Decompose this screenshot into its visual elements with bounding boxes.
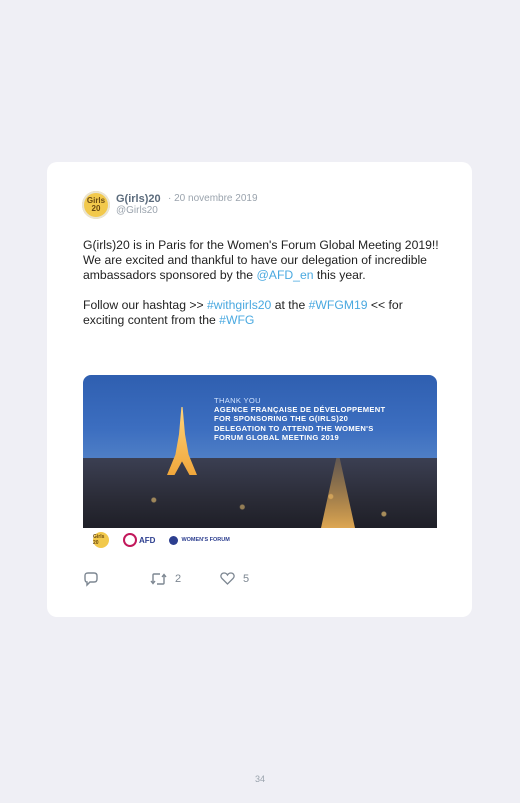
tweet-line-3: Follow our hashtag >> #withgirls20 at th… (83, 298, 443, 328)
tweet-text-span: at the (271, 298, 309, 312)
tweet-date[interactable]: · 20 novembre 2019 (168, 193, 258, 204)
reply-button[interactable] (83, 572, 99, 587)
womens-forum-icon (169, 535, 179, 545)
hashtag-link[interactable]: #WFGM19 (309, 298, 368, 312)
overlay-line: DELEGATION TO ATTEND THE WOMEN'S (214, 423, 374, 433)
afd-logo: AFD (123, 533, 155, 547)
mention-link[interactable]: @AFD_en (256, 268, 313, 282)
womens-forum-text: WOMEN'S FORUM (181, 537, 230, 543)
afd-logo-text: AFD (139, 535, 156, 545)
page-number: 34 (254, 774, 265, 784)
tweet-text-span: this year. (313, 268, 366, 282)
overlay-line: AGENCE FRANÇAISE DE DÉVELOPPEMENT (214, 405, 386, 415)
overlay-line: FORUM GLOBAL MEETING 2019 (214, 432, 340, 442)
womens-forum-logo: WOMEN'S FORUM (169, 535, 230, 545)
hashtag-link[interactable]: #withgirls20 (207, 298, 271, 312)
like-button[interactable]: 5 (220, 572, 249, 585)
retweet-button[interactable]: 2 (150, 572, 181, 586)
reply-icon (84, 572, 98, 587)
tweet-actions: 2 5 (83, 572, 383, 588)
tweet-text-span: We are excited and thankful to have our … (83, 253, 427, 282)
avatar[interactable]: Girls 20 (82, 191, 110, 219)
tweet-text-span: Follow our hashtag >> (83, 298, 207, 312)
overlay-line: FOR SPONSORING THE G(IRLS)20 (214, 414, 349, 424)
tweet-media[interactable]: THANK YOU AGENCE FRANÇAISE DE DÉVELOPPEM… (83, 375, 437, 552)
media-overlay-text: THANK YOU AGENCE FRANÇAISE DE DÉVELOPPEM… (214, 396, 429, 442)
like-count: 5 (243, 572, 250, 585)
retweet-icon (150, 573, 167, 585)
hashtag-link[interactable]: #WFG (219, 313, 254, 327)
author-handle[interactable]: @Girls20 (116, 205, 158, 216)
overlay-thank-you: THANK YOU (214, 396, 261, 405)
tweet-line-2: We are excited and thankful to have our … (83, 253, 443, 283)
girls20-logo: Girls 20 (93, 532, 109, 548)
retweet-count: 2 (175, 573, 182, 585)
tweet-text: G(irls)20 is in Paris for the Women's Fo… (83, 238, 443, 328)
tweet-line-1: G(irls)20 is in Paris for the Women's Fo… (83, 238, 439, 252)
paris-night-photo: THANK YOU AGENCE FRANÇAISE DE DÉVELOPPEM… (83, 375, 437, 528)
cityscape (83, 458, 437, 528)
heart-icon (220, 572, 235, 585)
tweet-card[interactable]: Girls 20 G(irls)20 · 20 novembre 2019 @G… (47, 162, 472, 617)
author-name[interactable]: G(irls)20 (116, 193, 161, 205)
sponsor-logos: Girls 20 AFD WOMEN'S FORUM (83, 528, 437, 552)
afd-ring-icon (123, 533, 137, 547)
